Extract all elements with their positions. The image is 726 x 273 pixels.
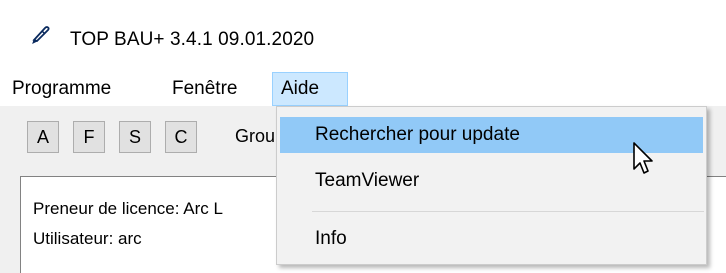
licensee-text: Preneur de licence: Arc L [33, 199, 223, 218]
toolbar-button-c[interactable]: C [165, 121, 197, 153]
title-bar: TOP BAU+ 3.4.1 09.01.2020 [0, 0, 726, 72]
user-text: Utilisateur: arc [33, 229, 142, 248]
menu-separator [312, 211, 704, 212]
aide-dropdown-menu: Rechercher pour update TeamViewer Info [276, 106, 707, 265]
menu-item-info[interactable]: Info [280, 221, 703, 257]
toolbar-button-s[interactable]: S [119, 121, 151, 153]
menu-bar: Programme Fenêtre Aide [0, 72, 726, 106]
mouse-cursor-icon [632, 141, 656, 177]
toolbar-button-f[interactable]: F [73, 121, 105, 153]
pen-icon [30, 23, 52, 45]
app-window: TOP BAU+ 3.4.1 09.01.2020 Programme Fenê… [0, 0, 726, 273]
toolbar-button-a[interactable]: A [27, 121, 59, 153]
toolbar-group-label: Grou [235, 126, 276, 146]
menu-programme[interactable]: Programme [4, 72, 119, 106]
menu-fenetre[interactable]: Fenêtre [164, 72, 245, 106]
window-title: TOP BAU+ 3.4.1 09.01.2020 [70, 29, 315, 50]
menu-aide[interactable]: Aide [272, 72, 348, 106]
